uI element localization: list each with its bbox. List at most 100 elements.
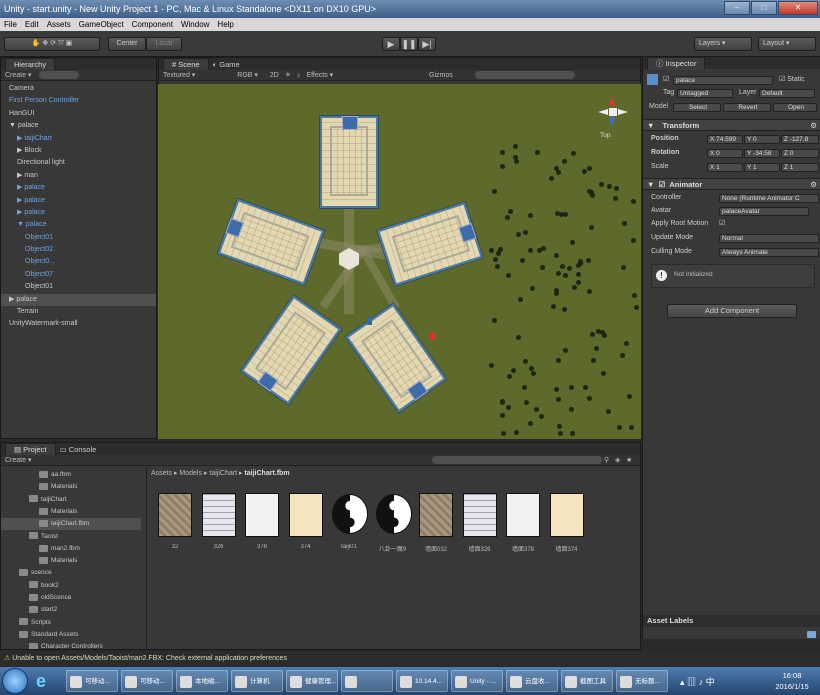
project-create-button[interactable]: Create xyxy=(5,457,26,464)
active-checkbox[interactable]: ☑ xyxy=(663,74,669,86)
project-folder[interactable]: Materials xyxy=(1,555,141,567)
hierarchy-item[interactable]: First Person Controller xyxy=(1,95,156,107)
project-folder[interactable]: Character Controllers xyxy=(1,641,141,649)
hierarchy-item[interactable]: Camera xyxy=(1,83,156,95)
hierarchy-item[interactable]: Terrain xyxy=(1,306,156,318)
rect-tool-icon[interactable]: ▣ xyxy=(66,40,73,47)
static-toggle[interactable]: ☑ Static xyxy=(779,74,805,86)
volume-icon[interactable]: ♪ xyxy=(699,677,704,687)
position-y-field[interactable]: Y 0 xyxy=(744,134,780,144)
hierarchy-create-button[interactable]: Create xyxy=(5,72,26,79)
status-warning-text[interactable]: Unable to open Assets/Models/Taoist/man2… xyxy=(12,655,287,662)
lighting-toggle-icon[interactable]: ☀ xyxy=(285,72,291,79)
2d-toggle[interactable]: 2D xyxy=(270,72,279,79)
asset-thumbnail[interactable] xyxy=(375,494,412,534)
asset-thumbnail[interactable] xyxy=(549,493,584,537)
project-folder[interactable]: taijiChart.fbm xyxy=(1,518,141,531)
step-button[interactable]: ▶| xyxy=(418,37,436,51)
animator-header[interactable]: ▼ ☑ Animator ⚙ xyxy=(643,178,820,190)
project-folder[interactable]: aa.fbm xyxy=(1,469,141,481)
palace-southwest[interactable] xyxy=(240,295,342,405)
filter-type-icon[interactable]: ⚲ xyxy=(604,455,609,466)
asset-thumbnail[interactable] xyxy=(506,493,540,537)
taskbar-item[interactable]: 无标题... xyxy=(616,670,668,692)
scale-y-field[interactable]: Y 1 xyxy=(744,162,780,172)
asset-thumbnail[interactable] xyxy=(462,493,497,537)
layers-dropdown[interactable]: Layers ▾ xyxy=(694,37,752,51)
hierarchy-search-input[interactable] xyxy=(39,71,80,80)
taskbar-item[interactable]: 本地磁... xyxy=(176,670,228,692)
project-folder[interactable]: scence xyxy=(1,567,141,579)
taskbar-item[interactable]: 可移动... xyxy=(121,670,173,692)
scale-x-field[interactable]: X 1 xyxy=(707,162,743,172)
rotation-x-field[interactable]: X 0 xyxy=(707,148,743,158)
tray-expand-icon[interactable]: ▴ xyxy=(680,677,685,687)
rotation-y-field[interactable]: Y -34.58 xyxy=(744,148,780,158)
start-button[interactable] xyxy=(2,668,28,694)
hierarchy-item[interactable]: ▶ palace xyxy=(1,195,156,207)
breadcrumb-assets[interactable]: Assets xyxy=(151,470,172,477)
taskbar-item[interactable]: 截图工具 xyxy=(561,670,613,692)
hierarchy-item[interactable]: HanGUI xyxy=(1,108,156,120)
filter-label-icon[interactable]: ◈ xyxy=(615,455,620,466)
hierarchy-item[interactable]: Object02 xyxy=(1,244,156,256)
render-mode-dropdown[interactable]: RGB xyxy=(237,72,252,79)
hierarchy-item[interactable]: Object07 xyxy=(1,269,156,281)
layer-dropdown[interactable]: Default xyxy=(759,88,815,98)
project-folder[interactable]: Materials xyxy=(1,506,141,518)
asset-thumbnail[interactable] xyxy=(158,493,192,537)
taskbar-item[interactable] xyxy=(341,670,393,692)
effects-dropdown[interactable]: Effects xyxy=(306,72,327,79)
player-marker[interactable] xyxy=(367,317,372,325)
shading-mode-dropdown[interactable]: Textured xyxy=(163,72,190,79)
tab-game[interactable]: ◐ Game xyxy=(213,60,240,69)
project-folder[interactable]: book2 xyxy=(1,580,141,592)
hierarchy-item[interactable]: UnityWatermark-small xyxy=(1,318,156,330)
character-marker[interactable] xyxy=(430,333,435,340)
breadcrumb-taijichart[interactable]: taijiChart xyxy=(209,470,237,477)
scene-viewport[interactable]: Top xyxy=(158,84,641,439)
menu-assets[interactable]: Assets xyxy=(47,18,71,31)
project-folder[interactable]: start2 xyxy=(1,604,141,616)
rotate-tool-icon[interactable]: ⟳ xyxy=(50,40,56,47)
menu-file[interactable]: File xyxy=(4,18,17,31)
hierarchy-item[interactable]: ▶ palace xyxy=(1,182,156,194)
animator-enabled-checkbox[interactable]: ☑ xyxy=(659,180,666,189)
hierarchy-item[interactable]: ▶ man xyxy=(1,170,156,182)
breadcrumb-current[interactable]: taijiChart.fbm xyxy=(244,470,289,477)
hierarchy-item[interactable]: Object01 xyxy=(1,232,156,244)
hierarchy-item[interactable]: Directional light xyxy=(1,157,156,169)
hierarchy-item[interactable]: ▼ palace xyxy=(1,120,156,132)
taskbar-item[interactable]: 10.14.4... xyxy=(396,670,448,692)
project-folder[interactable]: man2.fbm xyxy=(1,543,141,555)
menu-window[interactable]: Window xyxy=(181,18,209,31)
taskbar-item[interactable]: 云盘收... xyxy=(506,670,558,692)
hierarchy-item[interactable]: Object01 xyxy=(1,281,156,293)
play-button[interactable]: ▶ xyxy=(382,37,400,51)
controller-field[interactable]: None (Runtime Animator C xyxy=(719,193,819,203)
position-z-field[interactable]: Z -127.8 xyxy=(781,134,819,144)
scale-tool-icon[interactable]: ⤧ xyxy=(58,40,64,47)
position-x-field[interactable]: X 74.599 xyxy=(707,134,743,144)
scale-z-field[interactable]: Z 1 xyxy=(781,162,819,172)
pivot-toggle[interactable]: Center xyxy=(108,37,146,51)
minimize-button[interactable]: – xyxy=(724,1,750,15)
menu-help[interactable]: Help xyxy=(217,18,233,31)
layout-dropdown[interactable]: Layout ▾ xyxy=(758,37,816,51)
asset-thumbnail[interactable] xyxy=(201,493,236,537)
root-motion-checkbox[interactable]: ☑ xyxy=(719,218,725,230)
asset-label-tag-icon[interactable] xyxy=(807,631,816,638)
maximize-button[interactable]: □ xyxy=(751,1,777,15)
internet-explorer-icon[interactable]: e xyxy=(36,670,58,692)
hierarchy-item[interactable]: ▶ palace xyxy=(1,293,156,307)
add-component-button[interactable]: Add Component xyxy=(667,304,797,318)
breadcrumb-models[interactable]: Models xyxy=(179,470,202,477)
move-tool-icon[interactable]: ✥ xyxy=(42,40,48,47)
asset-thumbnail[interactable] xyxy=(245,493,279,537)
hierarchy-item[interactable]: ▶ palace xyxy=(1,207,156,219)
project-folder[interactable]: oldScence xyxy=(1,592,141,604)
model-revert-button[interactable]: Revert xyxy=(723,102,771,112)
project-search-input[interactable] xyxy=(432,456,602,464)
rotation-z-field[interactable]: Z 0 xyxy=(781,148,819,158)
culling-mode-dropdown[interactable]: Always Animate xyxy=(719,247,819,257)
